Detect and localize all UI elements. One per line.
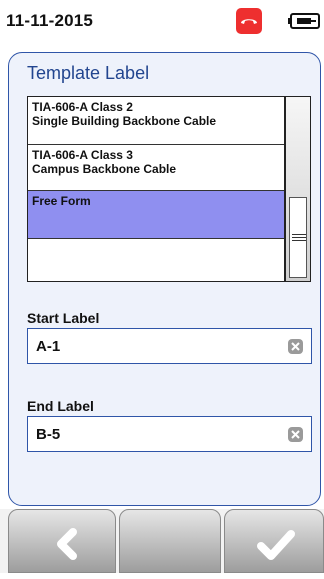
start-label-value: A-1	[36, 338, 61, 355]
clear-icon[interactable]	[288, 427, 303, 442]
clear-icon[interactable]	[288, 339, 303, 354]
grip-line	[292, 240, 306, 241]
start-label-caption: Start Label	[27, 310, 100, 326]
list-item[interactable]: TIA-606-A Class 3 Campus Backbone Cable	[28, 145, 284, 191]
list-item-line1: TIA-606-A Class 2	[32, 100, 133, 114]
scrollbar-thumb[interactable]	[289, 197, 307, 278]
list-item-selected[interactable]: Free Form	[28, 191, 284, 239]
end-label-field[interactable]: B-5	[27, 416, 312, 452]
grip-line	[292, 237, 306, 238]
grip-line	[292, 234, 306, 235]
battery-icon	[288, 10, 324, 32]
end-label-value: B-5	[36, 426, 61, 443]
template-list: TIA-606-A Class 2 Single Building Backbo…	[27, 96, 285, 282]
list-item-line2: Campus Backbone Cable	[32, 162, 177, 176]
back-button[interactable]	[8, 509, 116, 573]
list-item-line1: Free Form	[32, 194, 91, 208]
chevron-left-icon	[57, 528, 77, 560]
end-label-caption: End Label	[27, 398, 94, 414]
list-item-empty[interactable]	[28, 239, 284, 281]
list-item-line1: TIA-606-A Class 3	[32, 148, 133, 162]
list-item-line2: Single Building Backbone Cable	[32, 114, 217, 128]
phone-hangup-icon[interactable]	[236, 8, 262, 34]
date-text: 11-11-2015	[6, 11, 94, 30]
bottom-bar	[0, 509, 324, 573]
list-scrollbar[interactable]	[285, 96, 311, 282]
template-panel: Template Label TIA-606-A Class 2 Single …	[8, 52, 321, 506]
confirm-button[interactable]	[224, 509, 324, 573]
panel-title: Template Label	[27, 63, 150, 83]
checkmark-icon	[257, 530, 295, 560]
list-item[interactable]: TIA-606-A Class 2 Single Building Backbo…	[28, 97, 284, 145]
blank-button[interactable]	[119, 509, 221, 573]
status-bar: 11-11-2015	[0, 0, 324, 38]
start-label-field[interactable]: A-1	[27, 328, 312, 364]
